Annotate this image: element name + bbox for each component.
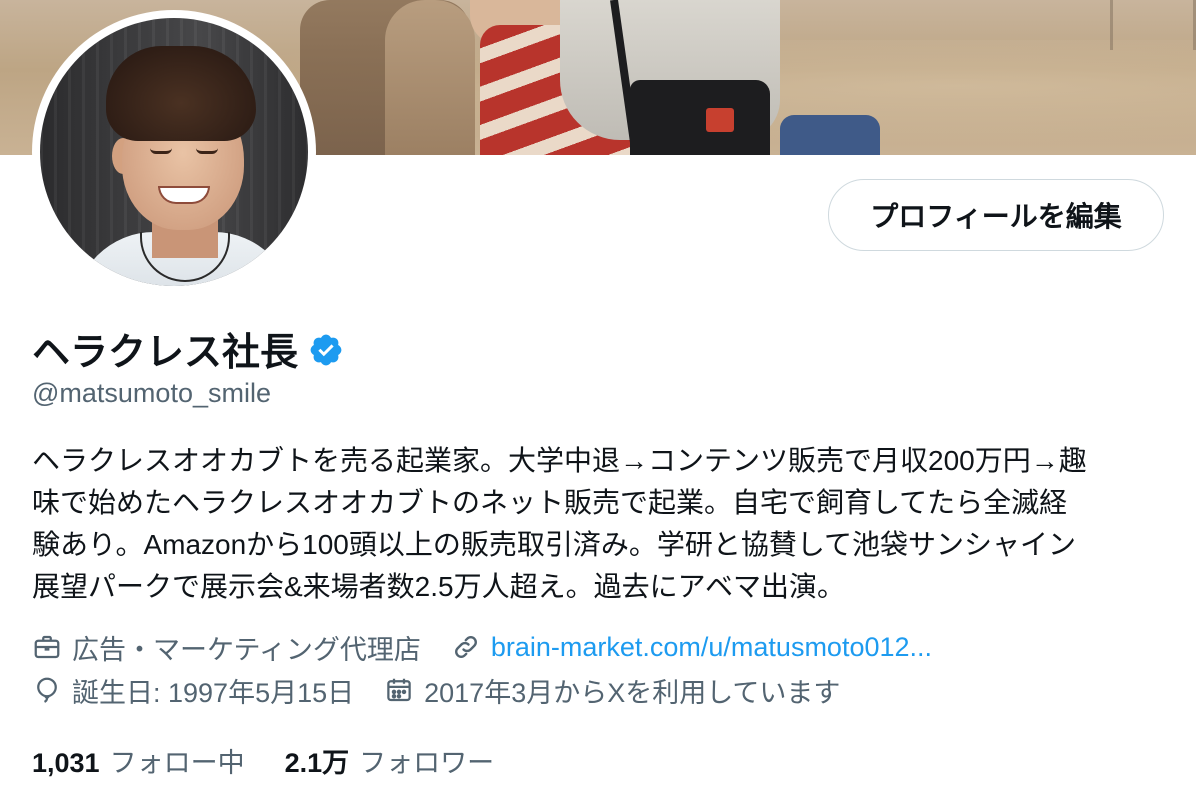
birthday-text: 誕生日: 1997年5月15日 bbox=[72, 677, 355, 708]
profile-meta-row: 広告・マーケティング代理店 brain-market.com/u/matusmo… bbox=[32, 627, 962, 667]
birthday-item: 誕生日: 1997年5月15日 bbox=[32, 671, 354, 710]
joined-item: 2017年3月からXを利用しています bbox=[384, 671, 840, 710]
joined-text: 2017年3月からXを利用しています bbox=[424, 677, 841, 708]
link-icon bbox=[451, 632, 481, 662]
followers-count: 2.1万 bbox=[284, 747, 350, 778]
followers-link[interactable]: 2.1万 フォロワー bbox=[285, 741, 495, 780]
bio-line: 験あり。Amazonから100頭以上の販売取引済み。学研と協賛して池袋サンシャイ… bbox=[32, 529, 1077, 560]
profile-bio: ヘラクレスオオカブトを売る起業家。大学中退→コンテンツ販売で月収200万円→趣 … bbox=[32, 440, 1167, 608]
profile-page: プロフィールを編集 ヘラクレス社長 @matsumoto_smile ヘラクレス… bbox=[0, 0, 1196, 806]
website-item: brain-market.com/u/matusmoto012... bbox=[451, 632, 932, 663]
bio-line: 味で始めたヘラクレスオオカブトのネット販売で起業。自宅で飼育してたら全滅経 bbox=[32, 487, 1068, 518]
bio-line: 展望パークで展示会&来場者数2.5万人超え。過去にアベマ出演。 bbox=[32, 571, 846, 602]
edit-profile-button[interactable]: プロフィールを編集 bbox=[828, 179, 1164, 251]
following-label: フォロー中 bbox=[109, 747, 245, 778]
display-name-row: ヘラクレス社長 bbox=[32, 318, 344, 378]
followers-label: フォロワー bbox=[359, 747, 495, 778]
calendar-icon bbox=[384, 675, 414, 705]
website-link[interactable]: brain-market.com/u/matusmoto012... bbox=[491, 632, 932, 663]
following-link[interactable]: 1,031 フォロー中 bbox=[32, 741, 245, 780]
display-name: ヘラクレス社長 bbox=[32, 331, 299, 374]
profile-avatar[interactable] bbox=[32, 10, 316, 294]
balloon-icon bbox=[32, 675, 62, 705]
bio-line: ヘラクレスオオカブトを売る起業家。大学中退→コンテンツ販売で月収200万円→趣 bbox=[32, 445, 1087, 476]
verified-badge-icon[interactable] bbox=[308, 332, 344, 368]
following-count: 1,031 bbox=[32, 747, 100, 778]
follow-stats: 1,031 フォロー中 2.1万 フォロワー bbox=[32, 740, 534, 780]
profile-meta-row: 誕生日: 1997年5月15日 2017年3月からXを利用しています bbox=[32, 670, 870, 710]
user-handle: @matsumoto_smile bbox=[32, 378, 271, 408]
avatar-photo bbox=[40, 18, 308, 286]
briefcase-icon bbox=[32, 632, 62, 662]
category-item: 広告・マーケティング代理店 bbox=[32, 628, 421, 667]
category-text: 広告・マーケティング代理店 bbox=[72, 634, 421, 665]
